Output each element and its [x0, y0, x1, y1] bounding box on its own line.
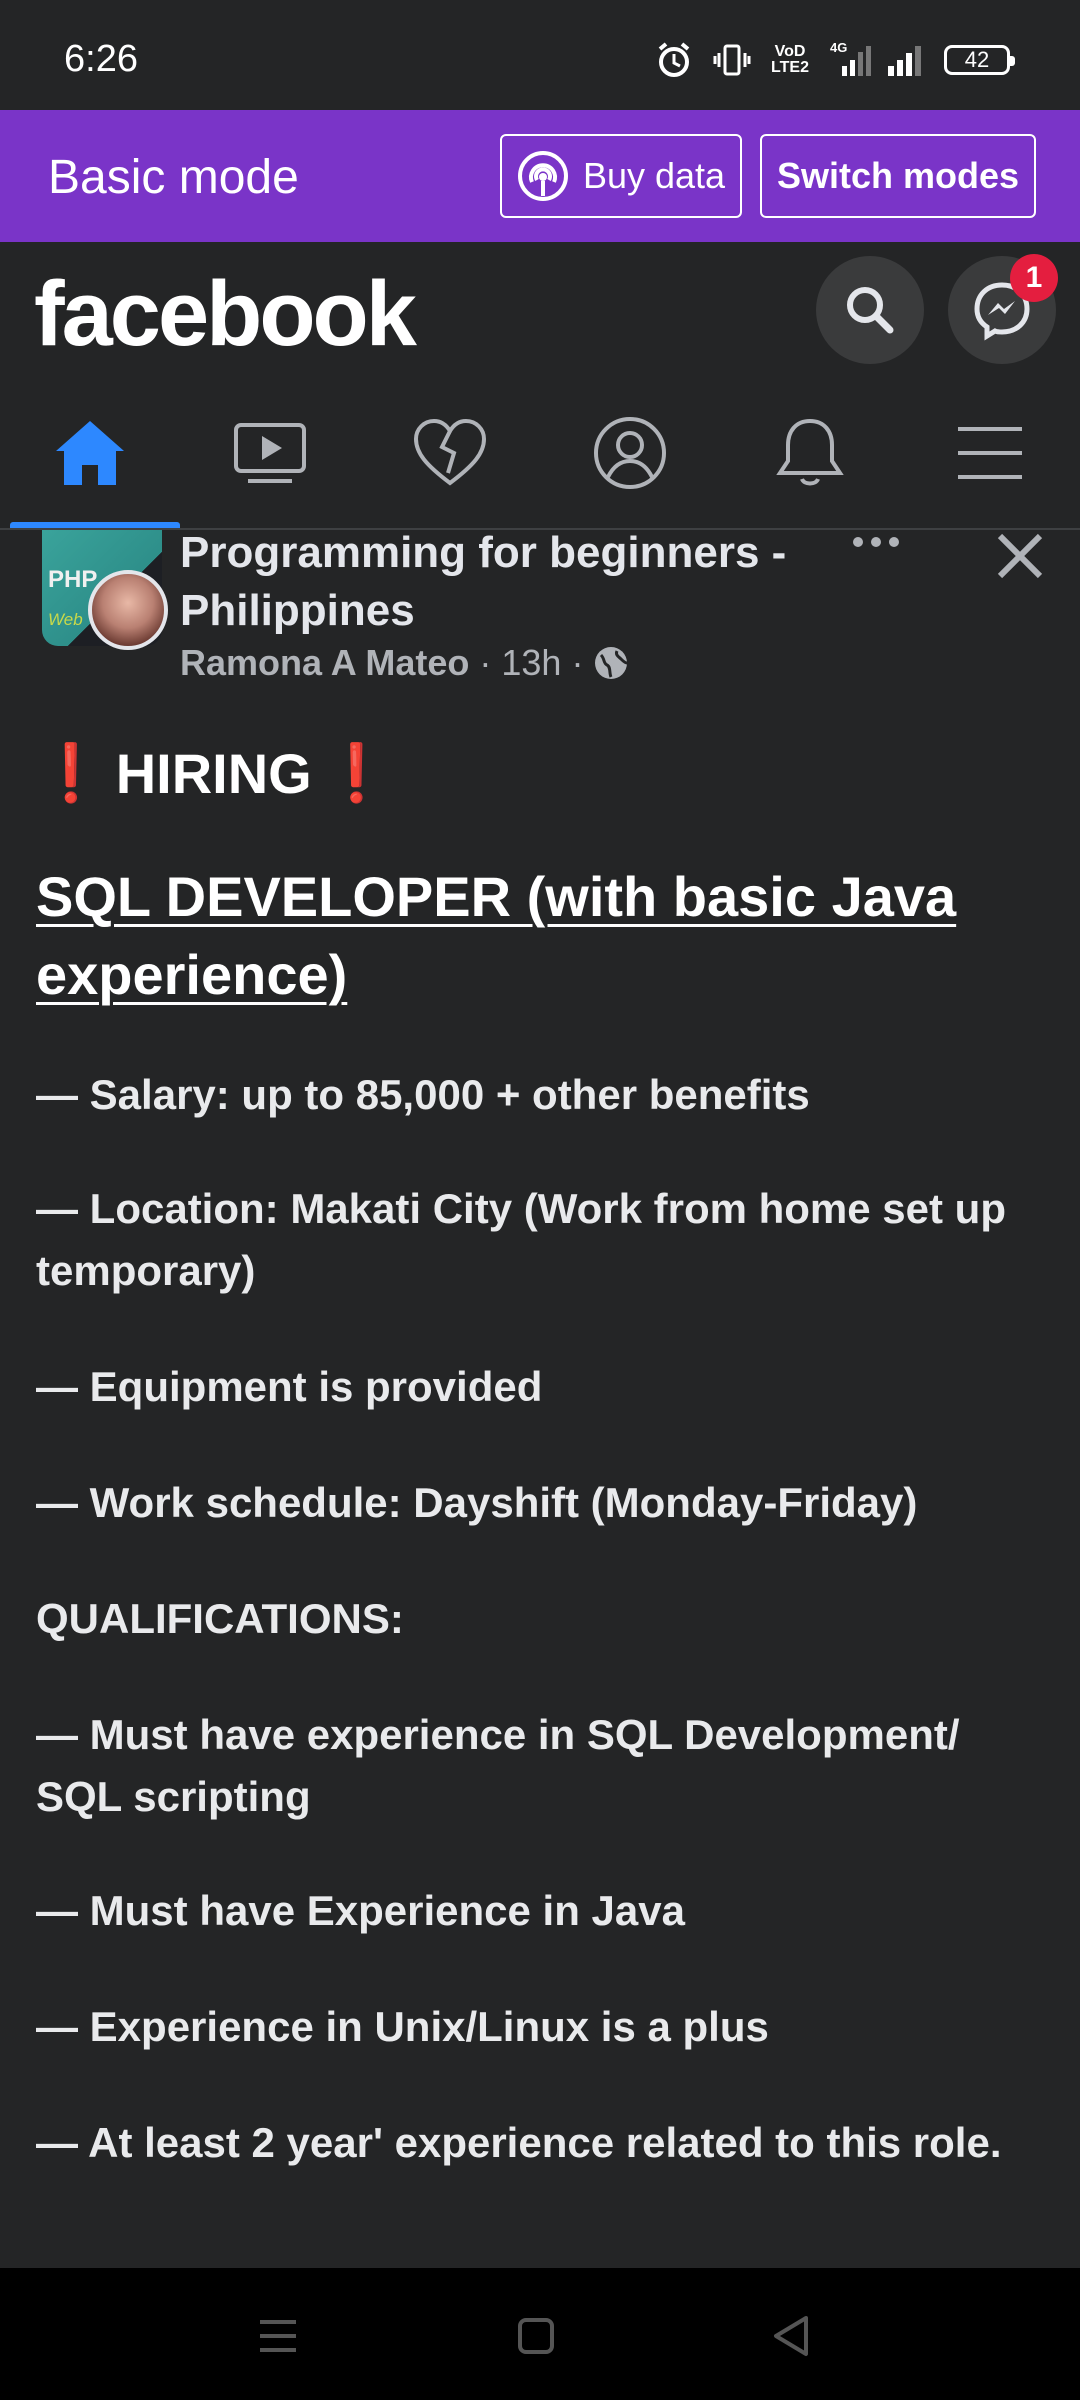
group-name-link[interactable]: Programming for beginners - Philippines [180, 524, 820, 640]
home-nav-button[interactable] [506, 2306, 566, 2366]
post-line-java: — Must have Experience in Java [36, 1887, 685, 1934]
tab-watch[interactable] [180, 378, 360, 528]
hide-post-button[interactable] [992, 530, 1048, 586]
more-options-button[interactable] [848, 530, 908, 560]
main-tabs [0, 378, 1080, 530]
search-button[interactable] [816, 256, 924, 364]
profile-icon [592, 415, 668, 491]
back-triangle-icon [762, 2306, 822, 2366]
broadcast-icon [517, 150, 569, 202]
author-name-link[interactable]: Ramona A Mateo [180, 642, 469, 684]
switch-modes-button[interactable]: Switch modes [760, 134, 1036, 218]
post-line-unix: — Experience in Unix/Linux is a plus [36, 2003, 769, 2050]
alarm-icon [654, 40, 694, 80]
battery-indicator: 42 [944, 45, 1015, 75]
post-line-equipment: — Equipment is provided [36, 1363, 543, 1410]
post-meta: Ramona A Mateo · 13h · [180, 642, 629, 684]
buy-data-label: Buy data [582, 155, 726, 196]
post-time[interactable]: 13h [501, 642, 561, 684]
exclamation-emoji: ❗ [36, 741, 106, 804]
buy-data-button[interactable]: Buy data [500, 134, 742, 218]
post-line-qualifications: QUALIFICATIONS: [36, 1595, 404, 1642]
tab-notifications[interactable] [720, 378, 900, 528]
mode-title: Basic mode [48, 151, 299, 204]
basic-mode-banner: Basic mode Buy data Switch modes [0, 110, 1080, 242]
tab-menu[interactable] [900, 378, 1080, 528]
hamburger-menu-icon [956, 423, 1024, 483]
job-title: SQL DEVELOPER (with basic Java experienc… [36, 865, 957, 1006]
status-time: 6:26 [64, 38, 138, 80]
exclamation-emoji: ❗ [321, 741, 392, 804]
recent-apps-button[interactable] [248, 2306, 308, 2366]
recents-icon [248, 2306, 308, 2366]
status-bar: 6:26 VoD LTE2 4G 42 [0, 0, 1080, 110]
app-header: facebook 1 [0, 242, 1080, 378]
group-avatar-text: PHP [48, 566, 98, 593]
meta-separator: · [479, 642, 492, 683]
system-nav-bar [0, 2268, 1080, 2400]
close-icon [992, 530, 1048, 586]
signal-icon [886, 40, 926, 80]
meta-separator: · [571, 642, 584, 683]
facebook-logo[interactable]: facebook [34, 262, 417, 367]
post-line-experience: — At least 2 year' experience related to… [36, 2119, 1002, 2166]
signal-4g-icon: 4G [828, 40, 871, 80]
tab-dating[interactable] [360, 378, 540, 528]
status-icons: VoD LTE2 4G 42 [654, 40, 1015, 80]
post-line-location: — Location: Makati City (Work from home … [36, 1185, 1006, 1294]
home-icon [52, 417, 128, 489]
back-button[interactable] [762, 2306, 822, 2366]
vibrate-icon [712, 40, 752, 80]
post-line-schedule: — Work schedule: Dayshift (Monday-Friday… [36, 1479, 918, 1526]
messenger-button[interactable]: 1 [948, 254, 1058, 364]
bell-icon [774, 415, 846, 491]
post-line-salary: — Salary: up to 85,000 + other benefits [36, 1071, 810, 1118]
group-avatar-subtext: Web [48, 610, 83, 629]
globe-icon [593, 645, 629, 681]
video-icon [232, 419, 308, 487]
hiring-text: HIRING [115, 741, 312, 805]
tab-profile[interactable] [540, 378, 720, 528]
volte-indicator: VoD LTE2 [771, 43, 809, 76]
more-options-icon [848, 530, 908, 560]
hiring-heading: ❗ HIRING ❗ [36, 740, 391, 806]
tab-home[interactable] [0, 378, 180, 528]
home-square-icon [506, 2306, 566, 2366]
post-line-sql: — Must have experience in SQL Developmen… [36, 1711, 960, 1820]
author-avatar[interactable] [88, 570, 168, 650]
svg-text:4G: 4G [830, 40, 847, 55]
heart-icon [412, 417, 488, 489]
post-header: PHP Web Programming for beginners - Phil… [0, 528, 1080, 700]
search-icon [840, 280, 900, 340]
notification-badge: 1 [1010, 254, 1058, 302]
